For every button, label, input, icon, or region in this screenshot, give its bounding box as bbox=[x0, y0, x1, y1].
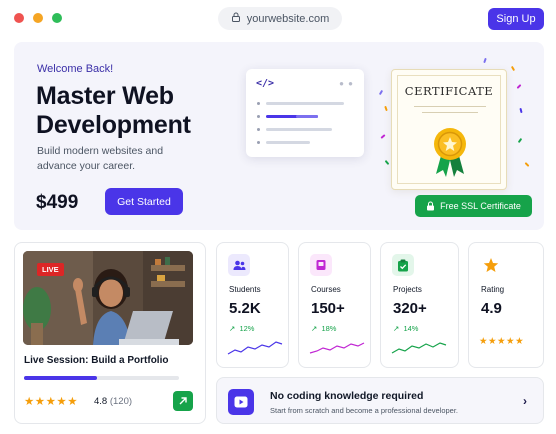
stat-card-projects[interactable]: Projects 320+ ↗ 14% bbox=[380, 242, 459, 368]
stat-card-rating[interactable]: Rating 4.9 ★★★★★ bbox=[468, 242, 544, 368]
certificate-illustration: CERTIFICATE bbox=[391, 69, 507, 190]
certificate-title: CERTIFICATE bbox=[404, 84, 494, 98]
sign-up-button[interactable]: Sign Up bbox=[488, 8, 544, 30]
no-coding-required-card[interactable]: No coding knowledge required Start from … bbox=[216, 377, 544, 424]
arrow-up-right-icon bbox=[179, 397, 187, 405]
code-line bbox=[266, 141, 310, 144]
lock-icon bbox=[231, 12, 241, 25]
confetti-piece bbox=[384, 159, 390, 166]
live-badge: LIVE bbox=[37, 263, 64, 276]
play-video-icon[interactable] bbox=[228, 389, 254, 415]
courses-sparkline bbox=[309, 342, 365, 354]
close-window-dot[interactable] bbox=[14, 13, 24, 23]
users-icon bbox=[228, 254, 250, 276]
chevron-right-icon[interactable]: › bbox=[523, 394, 527, 408]
stat-card-courses[interactable]: Courses 150+ ↗ 18% bbox=[298, 242, 371, 368]
welcome-text: Welcome Back! bbox=[37, 63, 114, 75]
headline-line-1: Master Web bbox=[36, 82, 174, 110]
hero-headline: Master Web Development bbox=[36, 82, 191, 140]
confetti-piece bbox=[483, 57, 487, 64]
stat-delta: ↗ 14% bbox=[393, 324, 419, 333]
more-dots-icon: ● ● bbox=[339, 79, 354, 88]
confetti-piece bbox=[516, 84, 522, 89]
confetti-piece bbox=[524, 162, 530, 167]
stat-value: 150+ bbox=[311, 300, 345, 317]
url-text: yourwebsite.com bbox=[246, 12, 330, 25]
code-line bbox=[266, 128, 332, 131]
book-icon bbox=[310, 254, 332, 276]
certificate-line bbox=[422, 112, 478, 113]
projects-sparkline bbox=[391, 342, 447, 354]
subtitle-line-1: Build modern websites and bbox=[37, 145, 164, 157]
stat-delta: ↗ 18% bbox=[311, 324, 337, 333]
open-session-button[interactable] bbox=[173, 391, 193, 411]
confetti-piece bbox=[519, 107, 523, 114]
stat-card-students[interactable]: Students 5.2K ↗ 12% bbox=[216, 242, 289, 368]
certificate-line bbox=[414, 106, 486, 107]
live-session-title: Live Session: Build a Portfolio bbox=[24, 355, 169, 366]
live-session-thumbnail[interactable]: LIVE bbox=[23, 251, 193, 345]
stat-delta-value: 12% bbox=[239, 324, 255, 333]
confetti-piece bbox=[517, 137, 523, 144]
minimize-window-dot[interactable] bbox=[33, 13, 43, 23]
award-medal-icon bbox=[434, 128, 466, 177]
code-icon: </> bbox=[256, 78, 275, 89]
hero-banner: Welcome Back! Master Web Development Bui… bbox=[14, 42, 544, 230]
course-price: $499 bbox=[36, 192, 79, 213]
session-progress-bar bbox=[24, 376, 179, 380]
stat-delta: ↗ 12% bbox=[229, 324, 255, 333]
stat-value: 320+ bbox=[393, 300, 427, 317]
address-bar[interactable]: yourwebsite.com bbox=[218, 7, 342, 30]
promo-subtitle: Start from scratch and become a professi… bbox=[270, 406, 459, 415]
ssl-label: Free SSL Certificate bbox=[440, 201, 521, 211]
confetti-piece bbox=[380, 134, 386, 139]
rating-count: (120) bbox=[109, 396, 133, 407]
hero-subtitle: Build modern websites and advance your c… bbox=[37, 144, 187, 174]
stat-delta-value: 14% bbox=[403, 324, 419, 333]
code-bullet bbox=[257, 102, 260, 105]
code-bullet bbox=[257, 115, 260, 118]
headline-line-2: Development bbox=[36, 111, 191, 139]
code-line bbox=[266, 102, 344, 105]
rating-value: 4.8 bbox=[94, 396, 108, 407]
stat-label: Rating bbox=[481, 285, 505, 294]
stat-label: Students bbox=[229, 285, 261, 294]
promo-title: No coding knowledge required bbox=[270, 390, 424, 402]
stat-value: 5.2K bbox=[229, 300, 261, 317]
star-icon bbox=[480, 254, 502, 276]
code-bullet bbox=[257, 128, 260, 131]
maximize-window-dot[interactable] bbox=[52, 13, 62, 23]
session-progress-fill bbox=[24, 376, 97, 380]
browser-top-bar: yourwebsite.com Sign Up bbox=[0, 0, 556, 36]
get-started-button[interactable]: Get Started bbox=[105, 188, 183, 215]
clipboard-check-icon bbox=[392, 254, 414, 276]
stat-delta-value: 18% bbox=[321, 324, 337, 333]
confetti-piece bbox=[384, 105, 388, 112]
subtitle-line-2: advance your career. bbox=[37, 160, 136, 172]
students-sparkline bbox=[227, 341, 283, 355]
star-rating: ★★★★★ bbox=[24, 396, 79, 408]
live-session-card[interactable]: LIVE Live Session: Build a Portfolio ★★★… bbox=[14, 242, 206, 424]
rating-stars: ★★★★★ bbox=[479, 336, 525, 347]
code-editor-illustration: </> ● ● bbox=[246, 69, 364, 157]
code-bullet bbox=[257, 141, 260, 144]
free-ssl-certificate-badge[interactable]: Free SSL Certificate bbox=[415, 195, 532, 217]
stat-value: 4.9 bbox=[481, 300, 502, 317]
confetti-piece bbox=[378, 89, 384, 96]
confetti-piece bbox=[510, 65, 516, 72]
rating-text: 4.8 (120) bbox=[94, 396, 132, 407]
stat-label: Courses bbox=[311, 285, 341, 294]
stat-label: Projects bbox=[393, 285, 422, 294]
lock-icon bbox=[427, 201, 435, 211]
code-line-highlight bbox=[296, 115, 318, 118]
